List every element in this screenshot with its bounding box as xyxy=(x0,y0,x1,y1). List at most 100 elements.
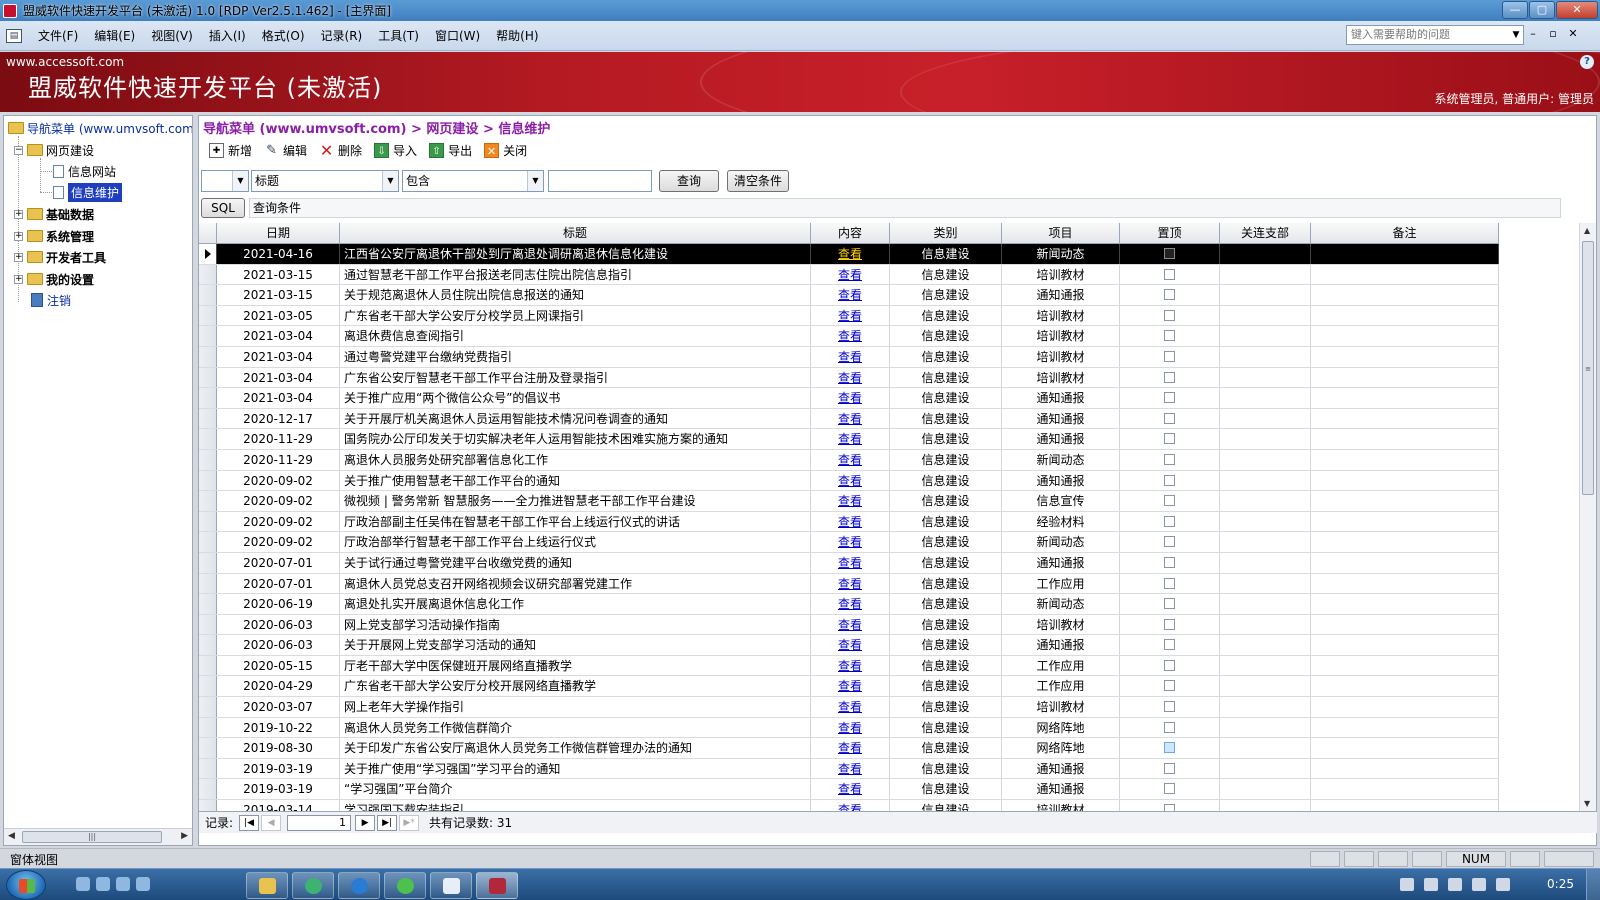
pinned-checkbox[interactable] xyxy=(1164,536,1175,548)
tray-expand-icon[interactable] xyxy=(1424,878,1438,891)
table-row[interactable]: 2020-06-03 关于开展网上党支部学习活动的通知 查看 信息建设 通知通报 xyxy=(199,635,1499,656)
view-link[interactable]: 查看 xyxy=(811,449,890,470)
delete-button[interactable]: ✕ 删除 xyxy=(313,139,368,161)
row-selector[interactable] xyxy=(199,635,217,655)
row-selector[interactable] xyxy=(199,758,217,779)
chevron-down-icon[interactable]: ▼ xyxy=(1509,26,1523,44)
scrollbar-thumb[interactable]: ||| xyxy=(22,831,162,843)
expand-icon[interactable]: + xyxy=(14,231,23,241)
view-link[interactable]: 查看 xyxy=(811,305,890,326)
row-selector[interactable] xyxy=(199,532,217,552)
last-record-button[interactable]: ▶| xyxy=(377,814,398,831)
network-icon[interactable] xyxy=(1448,878,1462,891)
row-selector[interactable] xyxy=(199,470,217,491)
pinned-checkbox[interactable] xyxy=(1164,762,1175,774)
mdi-close-button[interactable]: ✕ xyxy=(1566,27,1580,40)
table-row[interactable]: 2020-04-29 广东省老干部大学公安厅分校开展网络直播教学 查看 信息建设 工作应… xyxy=(199,676,1499,698)
display-icon[interactable] xyxy=(1496,878,1510,891)
table-row[interactable]: 2020-06-19 离退处扎实开展离退休信息化工作 查看 信息建设 新闻动态 xyxy=(199,594,1499,615)
table-row[interactable]: 2019-03-14 学习强国下载安装指引 查看 信息建设 培训教材 xyxy=(199,800,1499,811)
record-position-input[interactable]: 1 xyxy=(287,814,352,831)
collapse-icon[interactable]: − xyxy=(14,145,23,155)
view-link[interactable]: 查看 xyxy=(811,244,890,264)
tree-group-dev[interactable]: + 开发者工具 xyxy=(14,247,106,267)
view-link[interactable]: 查看 xyxy=(811,676,890,697)
mdi-minimize-button[interactable]: – xyxy=(1526,27,1540,40)
close-button[interactable]: ✕ xyxy=(1556,1,1598,19)
col-header-title[interactable]: 标题 xyxy=(340,223,811,243)
table-row[interactable]: 2020-09-02 厅政治部举行智慧老干部工作平台上线运行仪式 查看 信息建设 新闻动… xyxy=(199,532,1499,553)
help-icon[interactable]: ? xyxy=(1580,55,1594,69)
taskbar-app-explorer[interactable] xyxy=(246,872,288,899)
grid-vertical-scrollbar[interactable]: ▲ ≡ ▼ xyxy=(1579,223,1596,811)
quick-launch-icon[interactable] xyxy=(96,877,110,891)
table-row[interactable]: 2020-05-15 厅老干部大学中医保健班开展网络直播教学 查看 信息建设 工作应用 xyxy=(199,655,1499,677)
tree-item-site[interactable]: 信息网站 xyxy=(53,161,116,181)
view-link[interactable]: 查看 xyxy=(811,779,890,800)
view-link[interactable]: 查看 xyxy=(811,408,890,429)
menu-edit[interactable]: 编辑(E) xyxy=(86,25,143,47)
col-header-date[interactable]: 日期 xyxy=(217,223,340,243)
row-selector[interactable] xyxy=(199,573,217,594)
import-button[interactable]: ⇩ 导入 xyxy=(368,139,423,161)
expand-icon[interactable]: + xyxy=(14,274,23,284)
table-row[interactable]: 2021-03-15 通过智慧老干部工作平台报送老同志住院出院信息指引 查看 信息建设… xyxy=(199,264,1499,286)
table-row[interactable]: 2019-08-30 关于印发广东省公安厅离退休人员党务工作微信群管理办法的通知查… xyxy=(199,738,1499,759)
prev-record-button[interactable]: ◀ xyxy=(261,814,282,831)
table-row[interactable]: 2021-03-15 关于规范离退休人员住院出院信息报送的通知 查看 信息建设 通知通报 xyxy=(199,285,1499,306)
view-link[interactable]: 查看 xyxy=(811,800,890,811)
new-button[interactable]: ✚ 新增 xyxy=(203,139,258,161)
sidebar-horizontal-scrollbar[interactable]: ◀ ||| ▶ xyxy=(4,828,192,845)
field-select[interactable]: 标题 ▼ xyxy=(251,170,399,192)
pinned-checkbox[interactable] xyxy=(1164,371,1175,383)
pinned-checkbox[interactable] xyxy=(1164,474,1175,486)
view-link[interactable]: 查看 xyxy=(811,552,890,573)
table-row[interactable]: 2020-09-02 关于推广使用智慧老干部工作平台的通知 查看 信息建设 通知通报 xyxy=(199,470,1499,492)
row-selector[interactable] xyxy=(199,676,217,697)
view-link[interactable]: 查看 xyxy=(811,758,890,779)
scroll-left-icon[interactable]: ◀ xyxy=(8,831,15,841)
table-row[interactable]: 2020-11-29 离退休人员服务处研究部署信息化工作 查看 信息建设 新闻动态 xyxy=(199,449,1499,471)
menu-help[interactable]: 帮助(H) xyxy=(488,25,546,47)
row-selector[interactable] xyxy=(199,326,217,346)
scroll-down-icon[interactable]: ▼ xyxy=(1584,799,1590,808)
scrollbar-thumb[interactable]: ≡ xyxy=(1582,241,1594,495)
quick-launch-icon[interactable] xyxy=(76,877,90,891)
first-record-button[interactable]: |◀ xyxy=(239,814,260,831)
operator-select[interactable]: 包含 ▼ xyxy=(402,170,544,192)
col-header-pinned[interactable]: 置顶 xyxy=(1120,223,1220,243)
chevron-down-icon[interactable]: ▼ xyxy=(527,171,543,191)
scroll-right-icon[interactable]: ▶ xyxy=(181,831,188,841)
maximize-button[interactable]: ▢ xyxy=(1529,1,1555,19)
view-link[interactable]: 查看 xyxy=(811,738,890,758)
pinned-checkbox[interactable] xyxy=(1164,412,1175,424)
pinned-checkbox[interactable] xyxy=(1164,680,1175,692)
pinned-checkbox[interactable] xyxy=(1164,248,1175,259)
view-link[interactable]: 查看 xyxy=(811,573,890,594)
table-row[interactable]: 2021-03-04 广东省公安厅智慧老干部工作平台注册及登录指引 查看 信息建设 培训… xyxy=(199,367,1499,389)
tree-group-basic[interactable]: + 基础数据 xyxy=(14,204,94,224)
table-row[interactable]: 2019-10-22 离退休人员党务工作微信群简介 查看 信息建设 网络阵地 xyxy=(199,717,1499,739)
view-link[interactable]: 查看 xyxy=(811,367,890,388)
keyboard-icon[interactable] xyxy=(1400,878,1414,891)
chevron-down-icon[interactable]: ▼ xyxy=(232,171,248,191)
scroll-up-icon[interactable]: ▲ xyxy=(1584,226,1590,235)
pinned-checkbox[interactable] xyxy=(1164,577,1175,589)
tree-item-logout[interactable]: 注销 xyxy=(31,290,71,310)
logic-select[interactable]: ▼ xyxy=(201,170,249,192)
pinned-checkbox[interactable] xyxy=(1164,804,1175,811)
row-selector[interactable] xyxy=(199,511,217,532)
taskbar-app-access[interactable] xyxy=(476,872,518,899)
row-selector[interactable] xyxy=(199,408,217,429)
view-link[interactable]: 查看 xyxy=(811,470,890,491)
table-row[interactable]: 2021-03-04 离退休费信息查阅指引 查看 信息建设 培训教材 xyxy=(199,326,1499,347)
close-form-button[interactable]: ✕ 关闭 xyxy=(478,139,533,161)
filter-value-input[interactable] xyxy=(548,170,652,192)
tree-group-mine[interactable]: + 我的设置 xyxy=(14,269,94,289)
minimize-button[interactable]: — xyxy=(1502,1,1528,19)
start-button[interactable] xyxy=(6,870,46,900)
view-link[interactable]: 查看 xyxy=(811,346,890,367)
view-link[interactable]: 查看 xyxy=(811,532,890,552)
row-selector[interactable] xyxy=(199,594,217,614)
view-link[interactable]: 查看 xyxy=(811,635,890,655)
